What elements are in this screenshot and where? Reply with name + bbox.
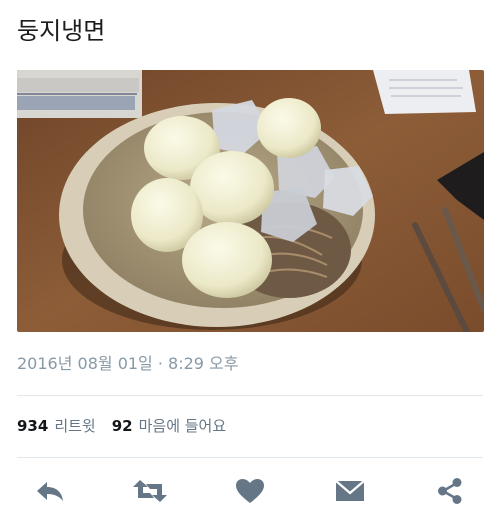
likes-count[interactable]: 92 <box>112 417 133 435</box>
reply-button[interactable] <box>32 476 68 506</box>
retweet-button[interactable] <box>132 476 168 506</box>
divider <box>17 457 483 458</box>
tweet-stats: 934 리트윗 92 마음에 들어요 <box>17 414 242 438</box>
divider <box>17 395 483 396</box>
tweet-timestamp: 2016년 08월 01일 · 8:29 오후 <box>17 354 239 373</box>
retweets-count[interactable]: 934 <box>17 417 48 435</box>
tweet-text: 둥지냉면 <box>17 17 106 45</box>
message-button[interactable] <box>332 476 368 506</box>
share-icon <box>438 478 462 504</box>
tweet-actions <box>0 472 500 511</box>
naengmyeon-photo <box>17 70 484 332</box>
likes-label[interactable]: 마음에 들어요 <box>139 417 227 435</box>
like-button[interactable] <box>232 476 268 506</box>
retweets-label[interactable]: 리트윗 <box>54 417 95 435</box>
heart-icon <box>236 479 264 503</box>
share-button[interactable] <box>432 476 468 506</box>
retweet-icon <box>133 480 167 502</box>
message-icon <box>335 480 365 501</box>
reply-icon <box>37 482 63 501</box>
tweet-photo[interactable] <box>17 70 484 332</box>
